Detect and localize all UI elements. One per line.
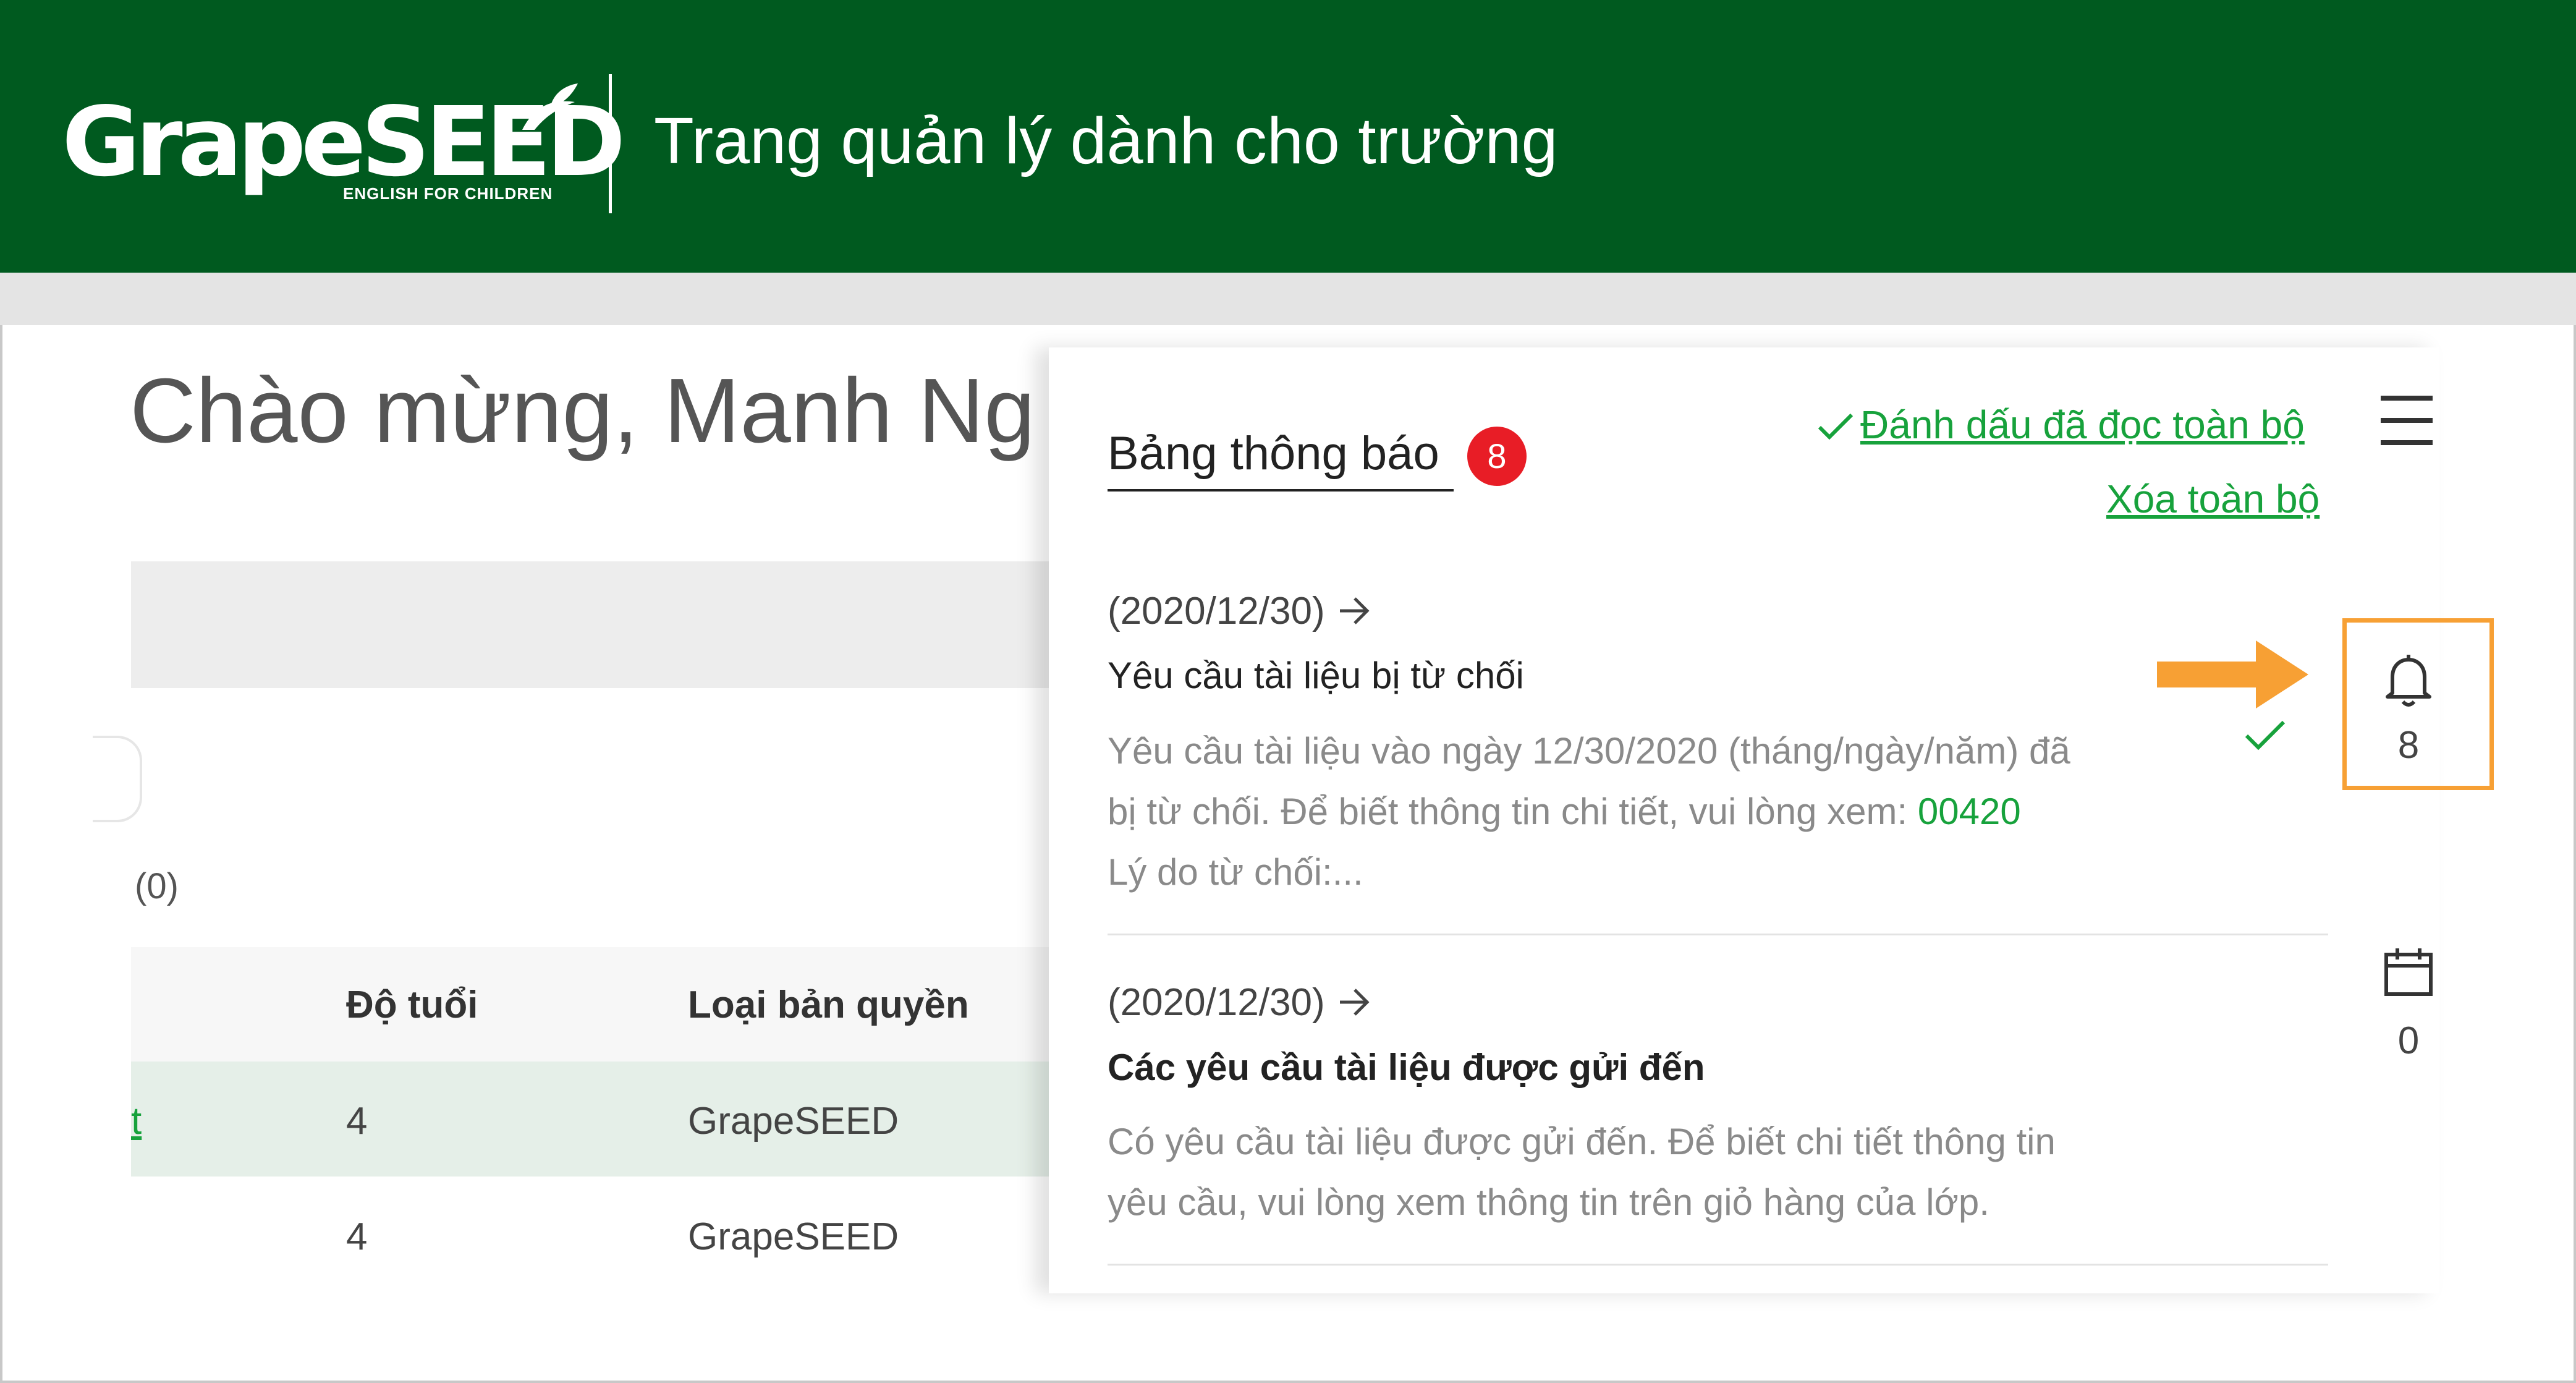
calendar-icon[interactable] — [2383, 946, 2434, 998]
arrow-right-icon — [1339, 597, 1370, 624]
bell-icon[interactable] — [2383, 652, 2434, 708]
app-title: Trang quản lý dành cho trường — [654, 104, 1558, 177]
unread-count-badge: 8 — [1467, 427, 1527, 486]
app-header: GrapeSEED ENGLISH FOR CHILDREN Trang quả… — [0, 0, 2576, 273]
notification-board-title[interactable]: Bảng thông báo — [1108, 427, 1439, 480]
notification-body-line: Lý do từ chối:... — [1108, 851, 1363, 893]
notification-body-line: Yêu cầu tài liệu vào ngày 12/30/2020 (th… — [1108, 730, 2070, 772]
info-band — [131, 561, 1058, 688]
notification-body-text: bị từ chối. Để biết thông tin chi tiết, … — [1108, 791, 1908, 832]
hamburger-menu-icon[interactable] — [2381, 396, 2433, 445]
order-code-link[interactable]: 00420 — [1918, 791, 2021, 832]
callout-arrow-icon — [2157, 640, 2308, 709]
header-divider — [609, 74, 612, 213]
student-name-link[interactable]: t — [131, 1099, 142, 1143]
column-header-age[interactable]: Độ tuổi — [346, 983, 478, 1027]
notification-date: (2020/12/30) — [1108, 981, 1325, 1024]
notification-date-link[interactable]: (2020/12/30) — [1108, 981, 1372, 1024]
notification-title: Yêu cầu tài liệu bị từ chối — [1108, 655, 1524, 696]
mark-all-read-label: Đánh dấu đã đọc toàn bộ — [1860, 402, 2305, 447]
leaf-icon — [522, 83, 578, 130]
arrow-right-icon — [1339, 989, 1370, 1016]
age-cell: 4 — [346, 1100, 368, 1143]
check-icon — [1818, 413, 1854, 440]
license-cell: GrapeSEED — [688, 1215, 899, 1258]
notification-body-line: bị từ chối. Để biết thông tin chi tiết, … — [1108, 790, 2021, 833]
grapeseed-logo[interactable]: GrapeSEED ENGLISH FOR CHILDREN — [62, 83, 625, 203]
read-check-icon[interactable] — [2243, 718, 2287, 752]
header-shadow-bar — [0, 273, 2576, 325]
logo-tagline: ENGLISH FOR CHILDREN — [343, 184, 553, 203]
table-row[interactable] — [131, 1062, 1058, 1177]
notifications-count: 8 — [2397, 724, 2420, 767]
calendar-count: 0 — [2397, 1019, 2420, 1062]
mark-all-read-link[interactable]: Đánh dấu đã đọc toàn bộ — [1817, 402, 2305, 448]
notification-date-link[interactable]: (2020/12/30) — [1108, 589, 1372, 633]
active-tab-underline — [1108, 489, 1454, 491]
student-count: (0) — [135, 866, 179, 906]
license-cell: GrapeSEED — [688, 1100, 899, 1143]
notification-date: (2020/12/30) — [1108, 590, 1325, 632]
notification-separator — [1108, 934, 2328, 935]
welcome-heading: Chào mừng, Manh Ng — [130, 360, 1035, 462]
clear-all-link[interactable]: Xóa toàn bộ — [2106, 476, 2320, 522]
notification-title: Các yêu cầu tài liệu được gửi đến — [1108, 1047, 1705, 1088]
search-pill[interactable] — [93, 736, 142, 822]
column-header-license[interactable]: Loại bản quyền — [688, 983, 969, 1027]
age-cell: 4 — [346, 1215, 368, 1258]
notification-body-line: yêu cầu, vui lòng xem thông tin trên giỏ… — [1108, 1181, 1989, 1223]
notification-separator — [1108, 1264, 2328, 1266]
notification-body-line: Có yêu cầu tài liệu được gửi đến. Để biế… — [1108, 1121, 2056, 1162]
